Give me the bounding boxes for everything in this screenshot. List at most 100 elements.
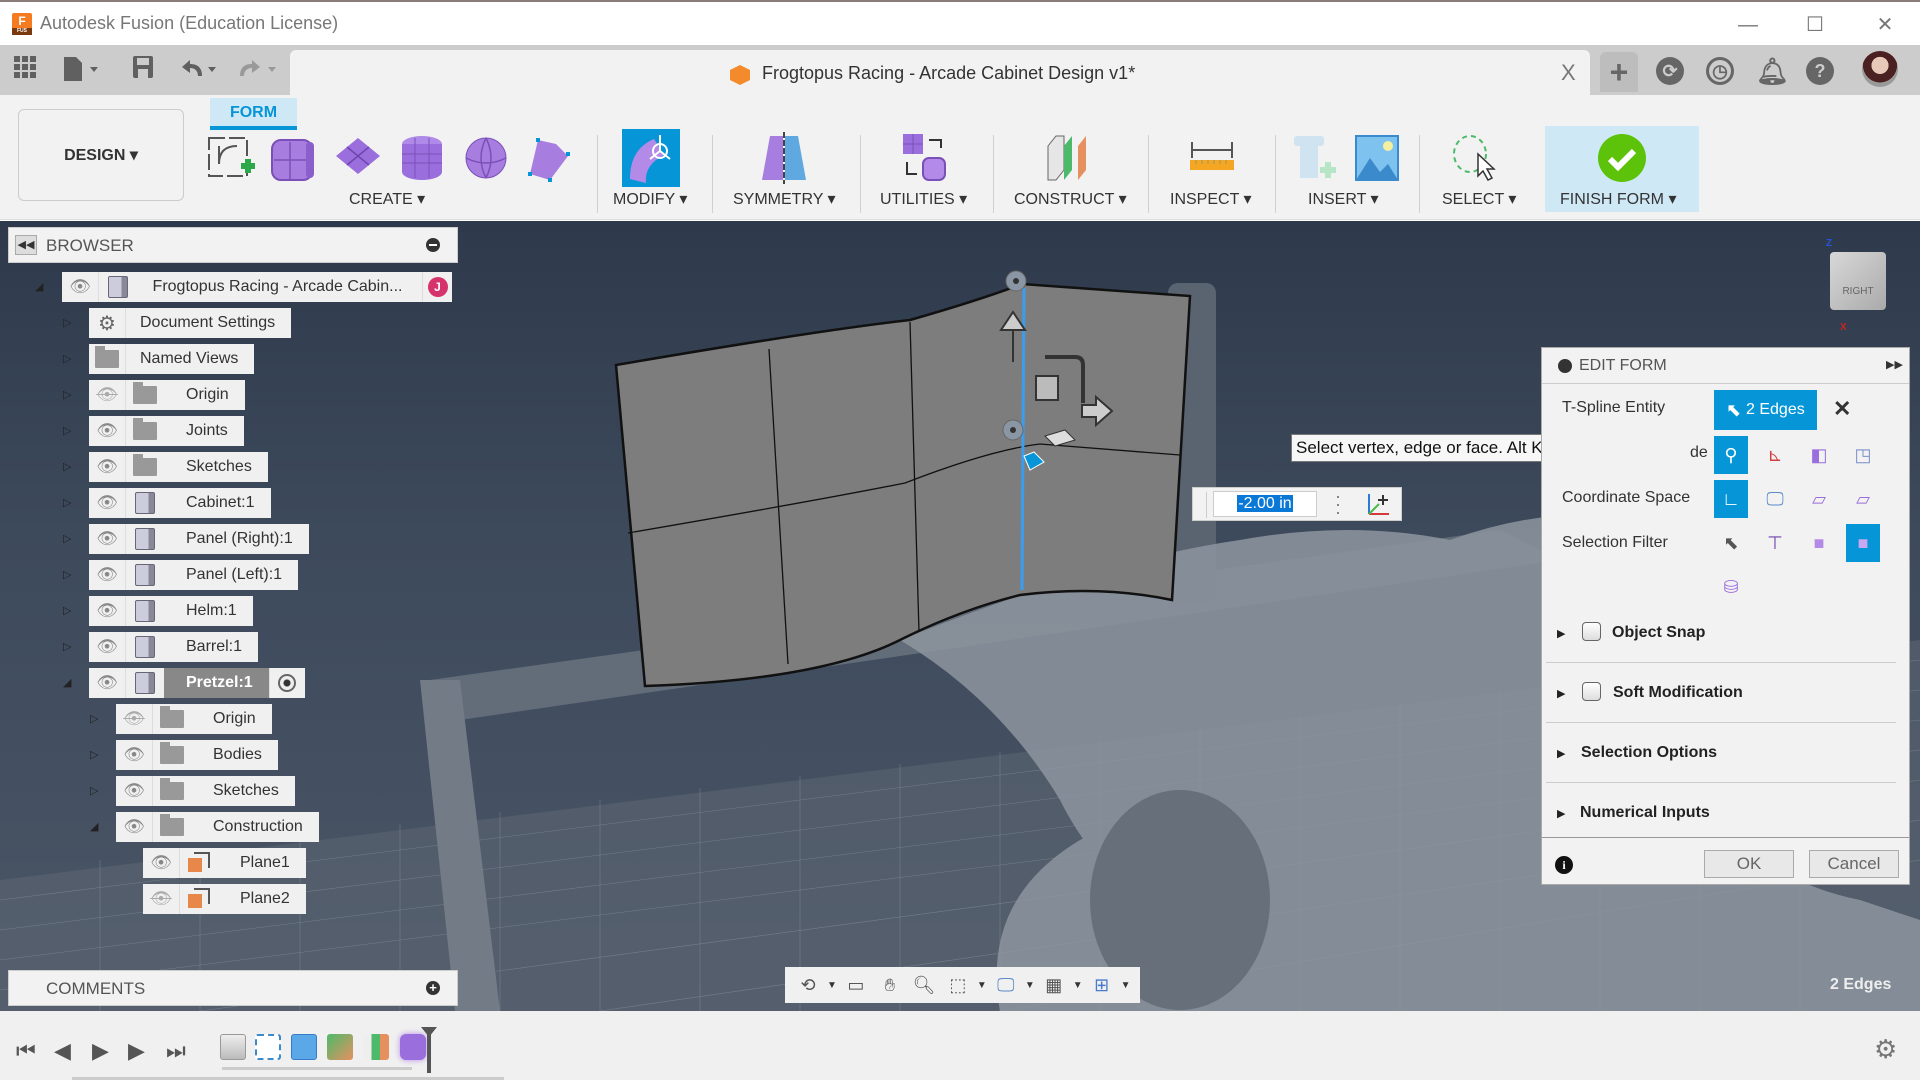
modify-menu[interactable]: MODIFY ▾ bbox=[613, 189, 687, 209]
selection-options-section[interactable]: Selection Options bbox=[1581, 744, 1717, 762]
next-step-button[interactable]: ▶ bbox=[128, 1038, 145, 1064]
browser-node[interactable]: 👁︎ Sketches bbox=[116, 776, 295, 806]
browser-node[interactable]: 👁︎ Barrel:1 bbox=[89, 632, 259, 662]
rotation-button[interactable]: ◧ bbox=[1802, 436, 1836, 474]
expand-arrow-icon[interactable]: ▷ bbox=[63, 352, 75, 366]
extensions-icon[interactable]: ⟳ bbox=[1656, 57, 1684, 85]
expand-arrow-icon[interactable]: ▷ bbox=[63, 460, 75, 474]
timeline-settings-gear-icon[interactable]: ⚙ bbox=[1874, 1034, 1897, 1065]
browser-node[interactable]: 👁︎ Plane1 bbox=[143, 848, 306, 878]
expand-arrow-icon[interactable]: ▷ bbox=[63, 604, 75, 618]
numerical-inputs-section[interactable]: Numerical Inputs bbox=[1580, 804, 1710, 822]
viewports-dropdown[interactable]: ▼ bbox=[1121, 980, 1131, 991]
utilities-icon[interactable] bbox=[899, 132, 951, 184]
go-to-start-button[interactable]: ⏮︎ bbox=[16, 1038, 36, 1064]
zoom-icon[interactable]: 🔍︎ bbox=[909, 975, 939, 996]
info-icon[interactable]: i bbox=[1555, 856, 1573, 874]
expand-arrow-icon[interactable]: ▷ bbox=[63, 640, 75, 654]
visibility-eye-icon[interactable]: 👁︎ bbox=[89, 560, 126, 590]
expand-triangle-icon[interactable]: ▶ bbox=[1557, 687, 1565, 700]
edge-filter-button[interactable]: ⊤ bbox=[1758, 524, 1792, 562]
plane-icon[interactable] bbox=[332, 132, 384, 184]
visibility-eye-icon[interactable]: 👁︎ bbox=[62, 272, 99, 302]
collapse-browser-button[interactable]: ◀◀ bbox=[15, 235, 37, 255]
timeline-plane-icon[interactable] bbox=[363, 1034, 389, 1060]
vertex-filter-button[interactable]: ⬉ bbox=[1714, 524, 1748, 562]
construct-menu[interactable]: CONSTRUCT ▾ bbox=[1014, 189, 1127, 209]
expand-triangle-icon[interactable]: ▶ bbox=[1557, 627, 1565, 640]
visibility-eye-icon[interactable]: 👁︎ bbox=[89, 416, 126, 446]
tab-form[interactable]: FORM bbox=[210, 98, 297, 130]
visibility-eye-icon[interactable]: 👁︎ bbox=[116, 740, 153, 770]
measure-icon[interactable] bbox=[1186, 132, 1238, 184]
browser-node[interactable]: 👁︎ Cabinet:1 bbox=[89, 488, 271, 518]
object-snap-checkbox[interactable] bbox=[1582, 622, 1601, 641]
expand-arrow-icon[interactable]: ▷ bbox=[90, 748, 102, 762]
timeline-component-icon[interactable] bbox=[220, 1034, 246, 1060]
close-tab-button[interactable]: X bbox=[1561, 60, 1576, 86]
timeline-extrude-icon[interactable] bbox=[291, 1034, 317, 1060]
add-comment-button[interactable]: + bbox=[426, 981, 440, 995]
expand-triangle-icon[interactable]: ▶ bbox=[1557, 807, 1565, 820]
look-at-icon[interactable]: ▭ bbox=[841, 975, 871, 996]
select-icon[interactable] bbox=[1450, 132, 1502, 184]
visibility-eye-icon[interactable]: 👁︎ bbox=[89, 596, 126, 626]
browser-node[interactable]: 👁︎ Joints bbox=[89, 416, 244, 446]
display-dropdown[interactable]: ▼ bbox=[1025, 980, 1035, 991]
scale-button[interactable]: ◳ bbox=[1846, 436, 1880, 474]
timeline-form-icon[interactable] bbox=[400, 1034, 426, 1060]
visibility-eye-icon[interactable]: 👁︎ bbox=[89, 488, 126, 518]
timeline-pipe-icon[interactable] bbox=[327, 1034, 353, 1060]
expand-arrow-icon[interactable]: ▷ bbox=[90, 712, 102, 726]
insert-canvas-icon[interactable] bbox=[1352, 132, 1404, 184]
hidden-eye-icon[interactable]: 👁︎ bbox=[116, 704, 153, 734]
browser-node[interactable]: 👁︎ Bodies bbox=[116, 740, 278, 770]
multi-transform-button[interactable]: ⚲ bbox=[1714, 436, 1748, 474]
help-icon[interactable]: ? bbox=[1806, 57, 1834, 85]
maximize-button[interactable]: ☐ bbox=[1800, 12, 1830, 38]
drag-grip-icon[interactable] bbox=[1197, 492, 1207, 518]
expand-arrow-icon[interactable]: ▷ bbox=[63, 388, 75, 402]
all-filter-button[interactable]: ■ bbox=[1846, 524, 1880, 562]
pan-icon[interactable]: ✋︎ bbox=[875, 975, 905, 996]
coordinate-manipulator-icon[interactable] bbox=[1365, 492, 1391, 518]
expand-arrow-icon[interactable]: ▷ bbox=[63, 568, 75, 582]
go-to-end-button[interactable]: ⏭︎ bbox=[166, 1038, 186, 1064]
soft-modification-section[interactable]: Soft Modification bbox=[1613, 684, 1743, 702]
finish-form-button[interactable]: FINISH FORM ▾ bbox=[1560, 189, 1676, 209]
sphere-icon[interactable] bbox=[460, 132, 512, 184]
visibility-eye-icon[interactable]: 👁︎ bbox=[116, 812, 153, 842]
browser-node[interactable]: 👁︎ Pretzel:1 bbox=[89, 668, 305, 698]
object-snap-section[interactable]: Object Snap bbox=[1612, 624, 1705, 642]
expand-arrow-icon[interactable]: ▷ bbox=[90, 784, 102, 798]
local-space-button[interactable]: ▱ bbox=[1802, 480, 1836, 518]
collapse-arrow-icon[interactable]: ◢ bbox=[90, 820, 102, 834]
new-tab-button[interactable]: + bbox=[1600, 52, 1638, 92]
browser-node[interactable]: 👁︎ Construction bbox=[116, 812, 319, 842]
visibility-eye-icon[interactable]: 👁︎ bbox=[116, 776, 153, 806]
per-entity-space-button[interactable]: ▱ bbox=[1846, 480, 1880, 518]
browser-node[interactable]: 👁︎ Panel (Right):1 bbox=[89, 524, 309, 554]
grid-menu-icon[interactable] bbox=[12, 55, 38, 85]
inspect-menu[interactable]: INSPECT ▾ bbox=[1170, 189, 1252, 209]
expand-arrow-icon[interactable]: ▷ bbox=[63, 532, 75, 546]
face-filter-button[interactable]: ■ bbox=[1802, 524, 1836, 562]
browser-root-node[interactable]: 👁︎ Frogtopus Racing - Arcade Cabin... J bbox=[62, 272, 452, 302]
minimize-dialog-icon[interactable] bbox=[1558, 359, 1572, 373]
undo-icon[interactable] bbox=[178, 55, 222, 85]
zoom-window-icon[interactable]: ⬚ bbox=[943, 975, 973, 996]
file-icon[interactable] bbox=[62, 55, 102, 85]
finish-form-icon[interactable] bbox=[1596, 132, 1648, 184]
distance-input[interactable]: -2.00 in bbox=[1213, 491, 1317, 517]
previous-step-button[interactable]: ◀ bbox=[54, 1038, 71, 1064]
viewports-icon[interactable]: ⊞ bbox=[1087, 975, 1117, 996]
symmetry-icon[interactable] bbox=[758, 132, 810, 184]
select-menu[interactable]: SELECT ▾ bbox=[1442, 189, 1516, 209]
browser-node[interactable]: ⚙ Document Settings bbox=[89, 308, 292, 338]
create-sketch-icon[interactable] bbox=[205, 132, 257, 184]
visibility-eye-icon[interactable]: 👁︎ bbox=[89, 668, 126, 698]
orbit-dropdown[interactable]: ▼ bbox=[827, 980, 837, 991]
zoom-dropdown[interactable]: ▼ bbox=[977, 980, 987, 991]
user-avatar[interactable] bbox=[1862, 51, 1898, 87]
display-settings-icon[interactable]: 🖵︎ bbox=[991, 975, 1021, 996]
